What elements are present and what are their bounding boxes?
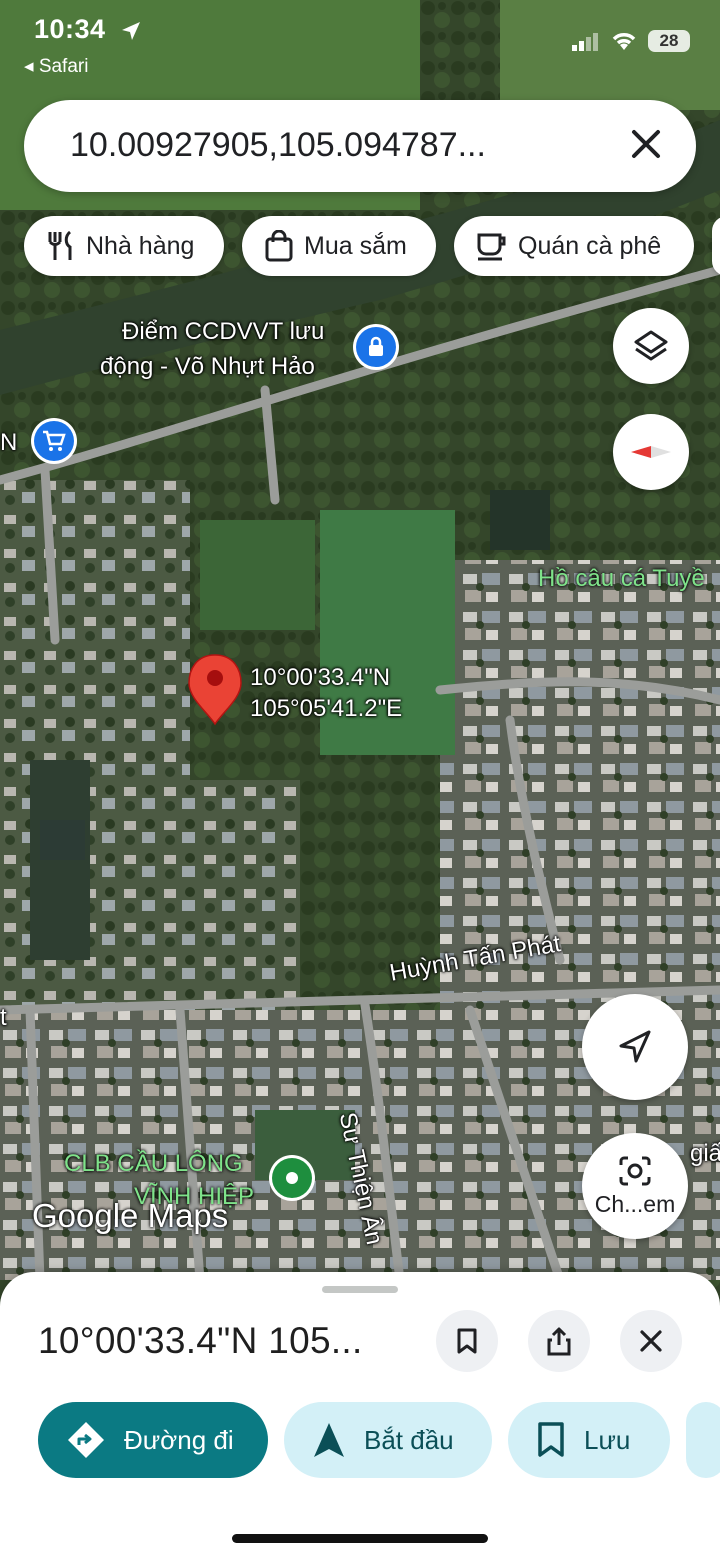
status-icons: 28 <box>572 30 690 52</box>
share-icon <box>547 1327 571 1356</box>
status-time: 10:34 <box>34 14 106 44</box>
directions-icon <box>68 1422 104 1458</box>
start-button[interactable]: Bắt đầu <box>284 1402 492 1478</box>
camera-icon <box>619 1156 651 1185</box>
my-location-button[interactable] <box>582 994 688 1100</box>
layers-icon <box>634 330 668 361</box>
poi-marker-sport[interactable] <box>272 1158 312 1198</box>
compass-icon <box>631 446 671 458</box>
home-indicator <box>232 1534 488 1543</box>
more-actions-button[interactable] <box>686 1402 720 1478</box>
poi-label-clb-line1: CLB CẦU LÔNG <box>64 1150 243 1177</box>
chip-label: Quán cà phê <box>518 231 662 260</box>
poi-label-line1: Điểm CCDVVT lưu <box>122 318 325 345</box>
camera-button-label: Ch...em <box>594 1190 676 1217</box>
pin-coordinate-lng: 105°05'41.2"E <box>250 695 403 722</box>
save-label: Lưu <box>584 1424 631 1455</box>
save-button[interactable]: Lưu <box>508 1402 670 1478</box>
map-label-edge-right: giấ <box>690 1140 720 1167</box>
poi-label-line2: động - Võ Nhựt Hảo <box>100 353 315 380</box>
pin-coordinate-lat: 10°00'33.4"N <box>250 664 391 691</box>
compass-button[interactable] <box>613 414 689 490</box>
chip-more[interactable] <box>712 216 720 276</box>
layers-button[interactable] <box>613 308 689 384</box>
chip-restaurants[interactable]: Nhà hàng <box>24 216 224 276</box>
signal-icon <box>572 33 598 51</box>
save-place-button[interactable] <box>436 1310 498 1372</box>
wifi-icon <box>612 33 636 50</box>
bookmark-icon <box>457 1328 477 1354</box>
poi-marker-lock[interactable] <box>356 327 396 367</box>
navigation-arrow-icon <box>619 1030 651 1063</box>
poi-marker-shop[interactable] <box>34 421 74 461</box>
place-sheet[interactable]: 10°00'33.4"N 105... Đường đi Bắt đầu Lưu <box>0 1272 720 1559</box>
search-query[interactable]: 10.00927905,105.094787... <box>70 126 486 165</box>
map-label-edge: N <box>0 429 18 456</box>
map-label-edge-t: t <box>0 1004 7 1031</box>
google-maps-watermark: Google Maps <box>32 1197 229 1234</box>
navigation-arrow-icon <box>314 1423 344 1457</box>
pin-coordinates: 10°00'33.4"N 105°05'41.2"E <box>250 662 402 724</box>
share-button[interactable] <box>528 1310 590 1372</box>
directions-label: Đường đi <box>124 1424 234 1455</box>
chip-label: Nhà hàng <box>86 231 195 260</box>
battery-level: 28 <box>648 30 690 52</box>
clear-search-icon[interactable] <box>626 124 666 164</box>
coffee-icon <box>477 233 506 261</box>
place-title: 10°00'33.4"N 105... <box>38 1320 363 1361</box>
directions-button[interactable]: Đường đi <box>38 1402 268 1478</box>
close-sheet-button[interactable] <box>620 1310 682 1372</box>
search-bar[interactable]: 10.00927905,105.094787... <box>24 100 696 192</box>
chip-label: Mua sắm <box>304 231 407 260</box>
sheet-drag-handle[interactable] <box>322 1286 398 1293</box>
pin-dot-icon <box>286 1172 298 1184</box>
lock-bag-icon <box>369 336 383 356</box>
back-to-safari[interactable]: ◂ Safari <box>24 55 88 78</box>
location-arrow-icon <box>122 22 140 40</box>
map-label-fishing-pond: Hồ câu cá Tuyề <box>538 565 705 592</box>
restaurant-icon <box>48 230 72 260</box>
camera-search-button[interactable]: Ch...em <box>582 1133 688 1239</box>
shopping-bag-icon <box>265 230 293 262</box>
bookmark-icon <box>538 1422 564 1457</box>
close-icon <box>640 1330 662 1352</box>
chip-shopping[interactable]: Mua sắm <box>242 216 436 276</box>
start-label: Bắt đầu <box>364 1424 454 1455</box>
shopping-cart-icon <box>43 430 66 451</box>
chip-coffee[interactable]: Quán cà phê <box>454 216 694 276</box>
